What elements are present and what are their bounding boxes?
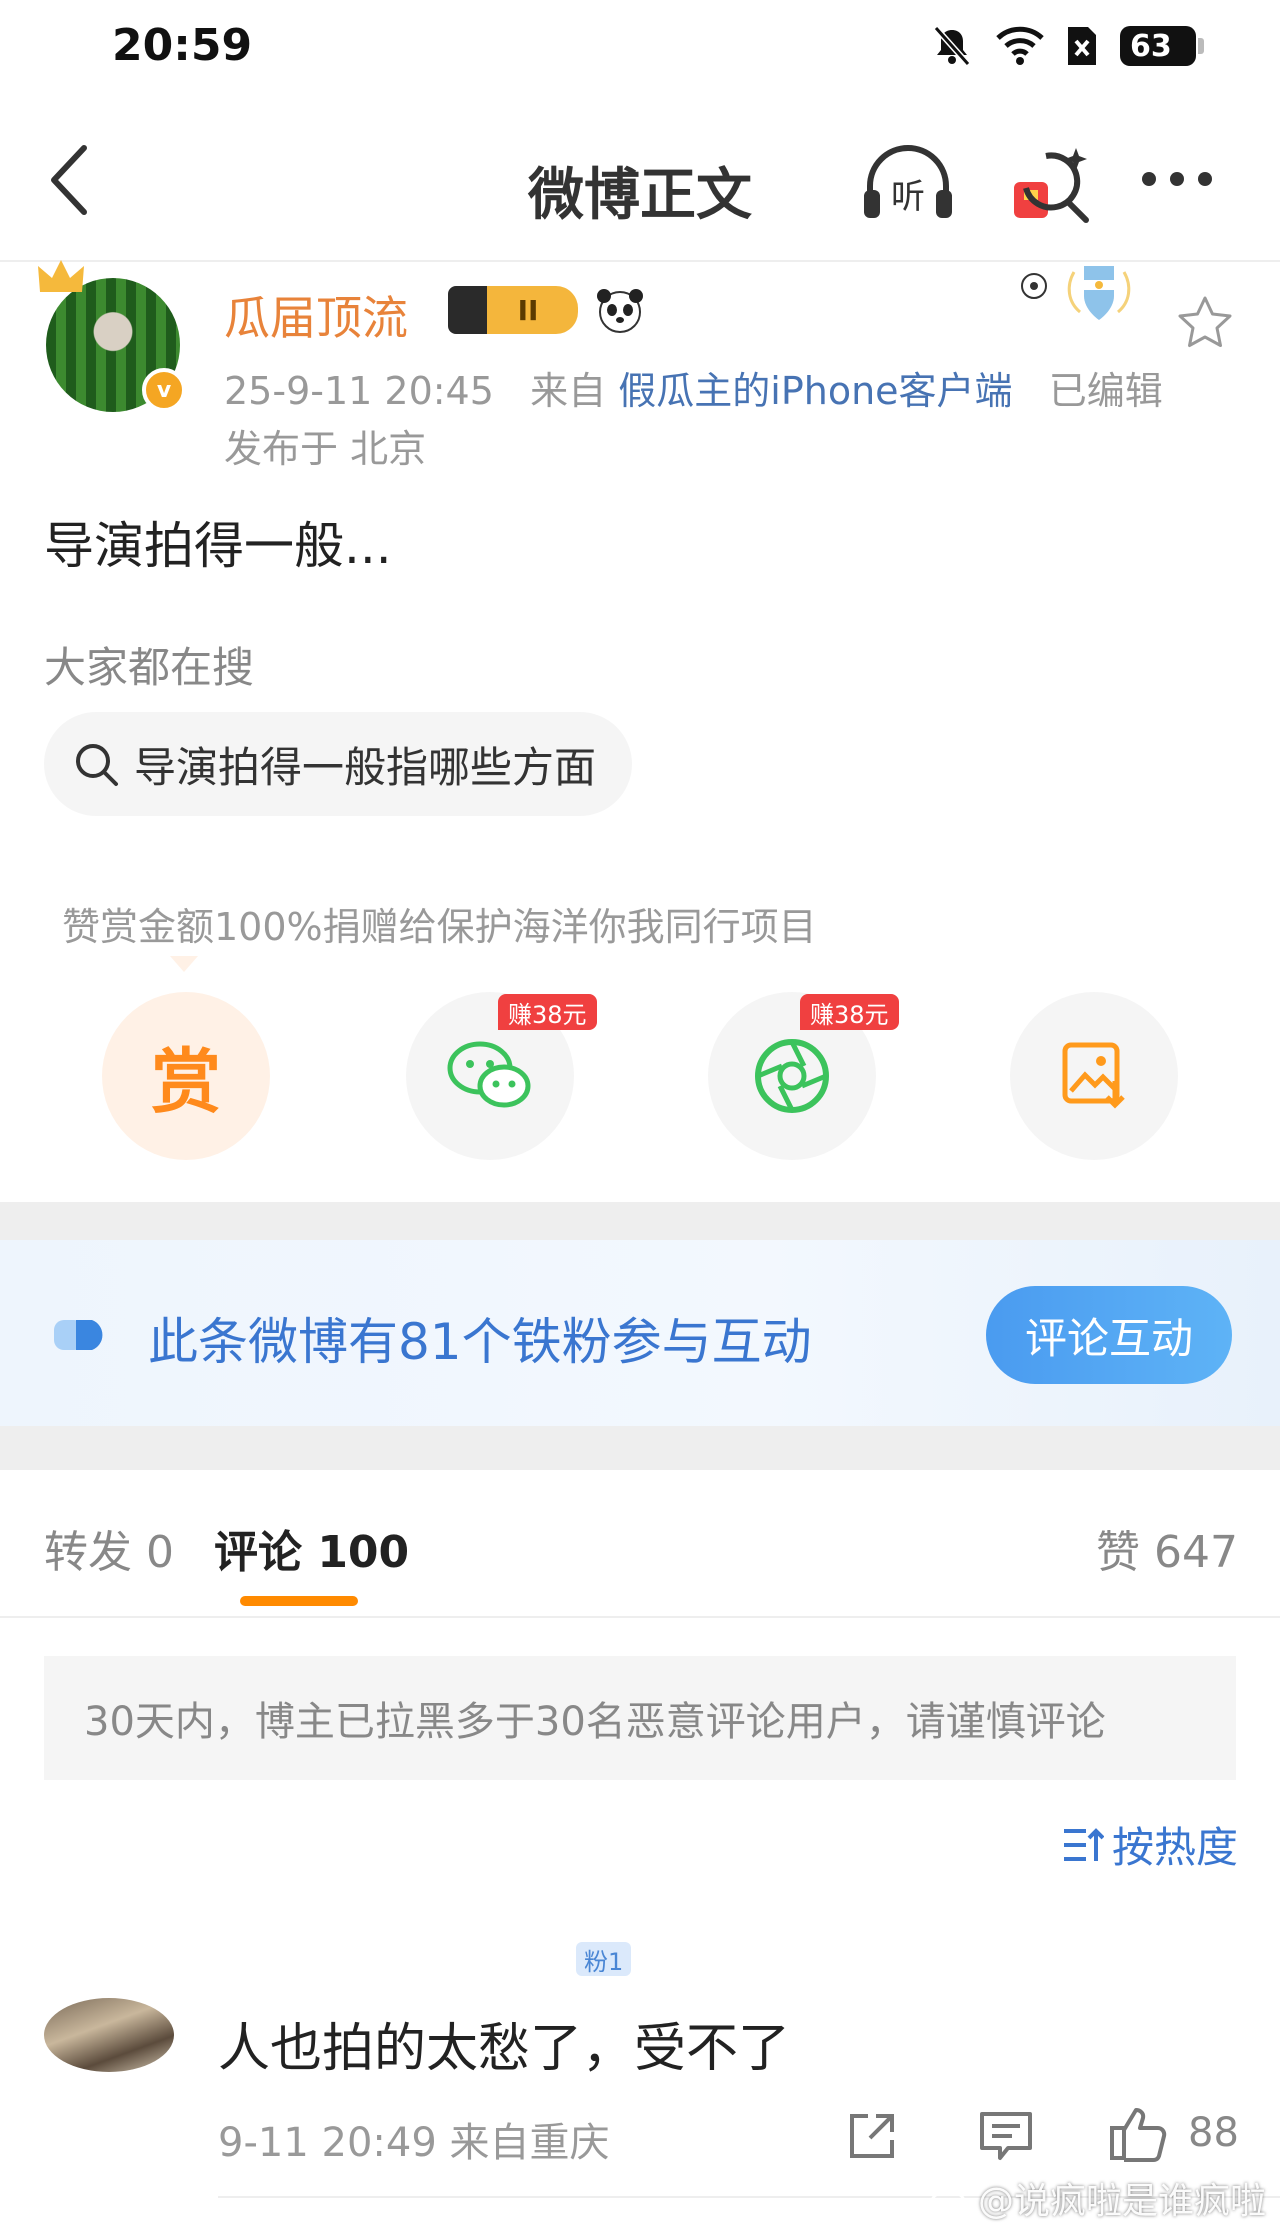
section-divider (0, 1426, 1280, 1470)
comment-like-count: 88 (1188, 2110, 1239, 2156)
more-dot (1170, 172, 1184, 186)
header: 微博正文 听 (0, 100, 1280, 262)
comment-warning: 30天内，博主已拉黑多于30名恶意评论用户，请谨慎评论 (44, 1656, 1236, 1780)
reply-icon[interactable] (978, 2110, 1034, 2162)
share-icon[interactable] (846, 2110, 898, 2162)
post-source[interactable]: 假瓜主的iPhone客户端 (618, 369, 1012, 413)
moments-earn-tag: 赚38元 (800, 994, 899, 1030)
author-name[interactable]: 瓜届顶流 (224, 282, 408, 348)
save-image-button[interactable] (1010, 992, 1178, 1160)
tab-like[interactable]: 赞 647 (1096, 1516, 1238, 1580)
battery-indicator: 63 (1120, 26, 1204, 66)
edited-label[interactable]: 已编辑 (1049, 369, 1163, 413)
save-image-icon (1062, 1042, 1125, 1109)
comment-meta: 9-11 20:49 来自重庆 (218, 2120, 610, 2166)
status-bar: 20:59 63 (0, 0, 1280, 100)
status-time: 20:59 (112, 20, 253, 71)
post-text: 导演拍得一般... (44, 517, 392, 575)
post-location: 发布于 北京 (224, 427, 427, 471)
active-tab-indicator (240, 1596, 358, 1606)
wifi-icon (996, 26, 1044, 65)
listen-label: 听 (891, 177, 925, 217)
verified-badge: v (142, 368, 186, 412)
headphones-icon: 听 (864, 145, 952, 218)
section-divider (0, 1202, 1280, 1240)
sort-button[interactable]: 按热度 (1062, 1814, 1238, 1875)
reward-button[interactable]: 赏 (102, 992, 270, 1160)
sort-label: 按热度 (1111, 1823, 1238, 1872)
wechat-icon (447, 1041, 531, 1108)
comment-interaction-button[interactable]: 评论互动 (986, 1286, 1232, 1384)
panda-icon (597, 289, 643, 333)
fan-card-decoration-icon (1021, 266, 1131, 320)
status-icons: 63 (930, 24, 1204, 68)
watermark-text: @说疯啦是谁疯啦 (977, 2181, 1266, 2222)
post-date: 25-9-11 20:45 (224, 369, 494, 413)
fans-interaction-banner[interactable]: 此条微博有81个铁粉参与互动 评论互动 (0, 1240, 1280, 1426)
wechat-earn-tag: 赚38元 (498, 994, 597, 1030)
comment-text: 人也拍的太愁了，受不了 (218, 2019, 791, 2079)
more-dot (1142, 172, 1156, 186)
mute-icon (933, 26, 971, 66)
tab-divider (0, 1616, 1280, 1618)
tab-comment[interactable]: 评论 100 (214, 1516, 409, 1580)
tab-repost[interactable]: 转发 0 (44, 1516, 174, 1580)
like-icon[interactable] (1108, 2104, 1168, 2162)
more-button[interactable] (1142, 172, 1222, 196)
search-icon (76, 744, 118, 786)
watermark: @说疯啦是谁疯啦 (930, 2172, 1266, 2224)
search-suggestion-chip[interactable]: 导演拍得一般指哪些方面 (44, 712, 633, 816)
reward-note: 赞赏金额100%捐赠给保护海洋你我同行项目 (62, 905, 817, 949)
crown-icon (38, 260, 84, 292)
fans-interaction-text: 此条微博有81个铁粉参与互动 (148, 1313, 812, 1371)
ai-search-icon[interactable] (1006, 142, 1096, 226)
reward-icon: 赏 (151, 1040, 221, 1123)
star-icon[interactable] (1176, 294, 1234, 352)
moments-icon (755, 1039, 829, 1113)
source-prefix: 来自 (530, 369, 607, 413)
more-dot (1198, 172, 1212, 186)
search-suggestion-text: 导演拍得一般指哪些方面 (134, 742, 597, 792)
fans-interaction-icon (54, 1320, 103, 1350)
sort-icon (1063, 1827, 1104, 1861)
weibo-logo-icon (930, 2184, 969, 2214)
sim-icon (1068, 27, 1096, 65)
commenter-avatar[interactable] (44, 1998, 174, 2072)
level-badge[interactable]: II (448, 286, 578, 334)
fan-level-badge: 粉1 (576, 1942, 632, 1976)
reward-pointer-icon (170, 956, 198, 972)
listen-button[interactable]: 听 (858, 144, 958, 224)
everyone-search-title: 大家都在搜 (44, 643, 255, 692)
post-meta: 25-9-11 20:45 来自 假瓜主的iPhone客户端 已编辑 (224, 360, 1163, 415)
